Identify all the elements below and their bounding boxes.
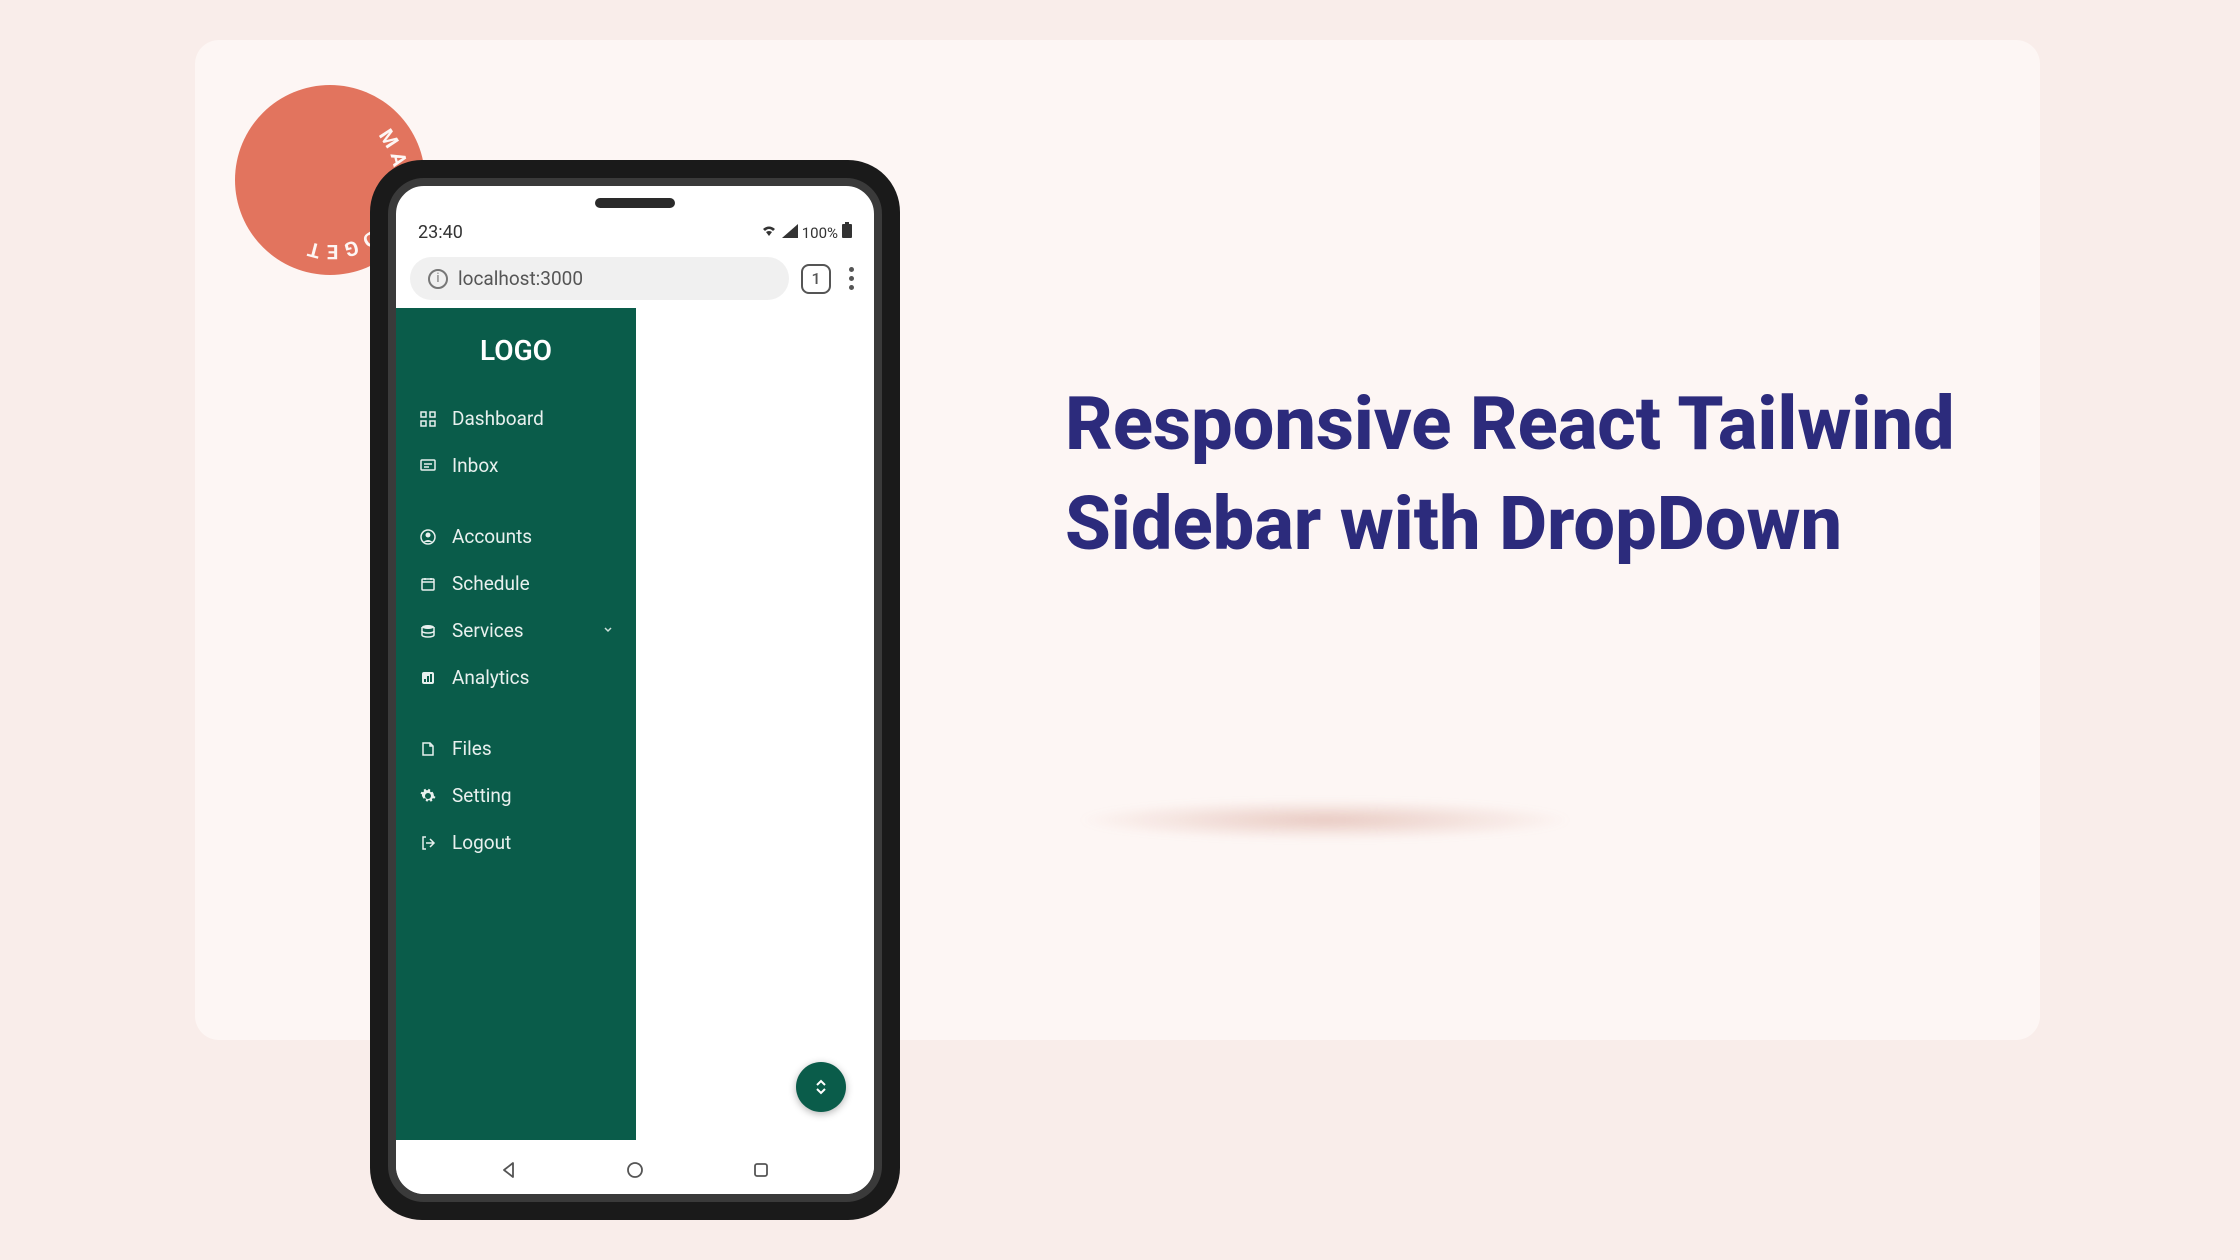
back-button[interactable] (497, 1158, 521, 1182)
sidebar-item-dashboard[interactable]: Dashboard (396, 395, 636, 442)
sidebar-item-label: Logout (452, 831, 511, 854)
sidebar-item-label: Files (452, 737, 492, 760)
sidebar-item-accounts[interactable]: Accounts (396, 513, 636, 560)
sidebar-item-logout[interactable]: Logout (396, 819, 636, 866)
inbox-icon (418, 456, 438, 476)
phone-speaker (595, 198, 675, 208)
sidebar-logo: LOGO (396, 326, 636, 395)
analytics-icon (418, 668, 438, 688)
sidebar-item-label: Schedule (452, 572, 530, 595)
sidebar-item-label: Services (452, 619, 524, 642)
gear-icon (418, 786, 438, 806)
services-icon (418, 621, 438, 641)
chevron-down-icon (602, 623, 614, 639)
schedule-icon (418, 574, 438, 594)
phone-mockup: 23:40 100% i localhost: (370, 160, 900, 1220)
status-time: 23:40 (418, 222, 463, 243)
sidebar-item-setting[interactable]: Setting (396, 772, 636, 819)
title-shadow (1075, 800, 1575, 840)
toggle-sidebar-fab[interactable] (796, 1062, 846, 1112)
sidebar-item-label: Accounts (452, 525, 532, 548)
tab-count: 1 (811, 269, 820, 288)
status-bar: 23:40 100% (396, 216, 874, 249)
home-button[interactable] (623, 1158, 647, 1182)
sidebar-item-schedule[interactable]: Schedule (396, 560, 636, 607)
files-icon (418, 739, 438, 759)
sidebar-item-label: Analytics (452, 666, 529, 689)
wifi-icon (760, 222, 778, 243)
sidebar: LOGO Dashboard Inbox (396, 308, 636, 1140)
dashboard-icon (418, 409, 438, 429)
more-menu-button[interactable] (843, 267, 860, 290)
battery-icon (842, 222, 852, 243)
url-text: localhost:3000 (458, 267, 583, 290)
sidebar-item-label: Setting (452, 784, 512, 807)
sidebar-item-label: Dashboard (452, 407, 544, 430)
sidebar-item-label: Inbox (452, 454, 498, 477)
signal-icon (782, 222, 798, 243)
url-bar[interactable]: i localhost:3000 (410, 257, 789, 300)
browser-toolbar: i localhost:3000 1 (396, 249, 874, 308)
android-nav-bar (396, 1140, 874, 1194)
sidebar-item-services[interactable]: Services (396, 607, 636, 654)
info-icon: i (428, 269, 448, 289)
logout-icon (418, 833, 438, 853)
account-icon (418, 527, 438, 547)
battery-text: 100% (802, 224, 838, 242)
page-title: Responsive React Tailwind Sidebar with D… (1065, 375, 2025, 575)
recents-button[interactable] (749, 1158, 773, 1182)
sidebar-item-files[interactable]: Files (396, 725, 636, 772)
sidebar-item-inbox[interactable]: Inbox (396, 442, 636, 489)
tabs-button[interactable]: 1 (801, 264, 831, 294)
sidebar-item-analytics[interactable]: Analytics (396, 654, 636, 701)
